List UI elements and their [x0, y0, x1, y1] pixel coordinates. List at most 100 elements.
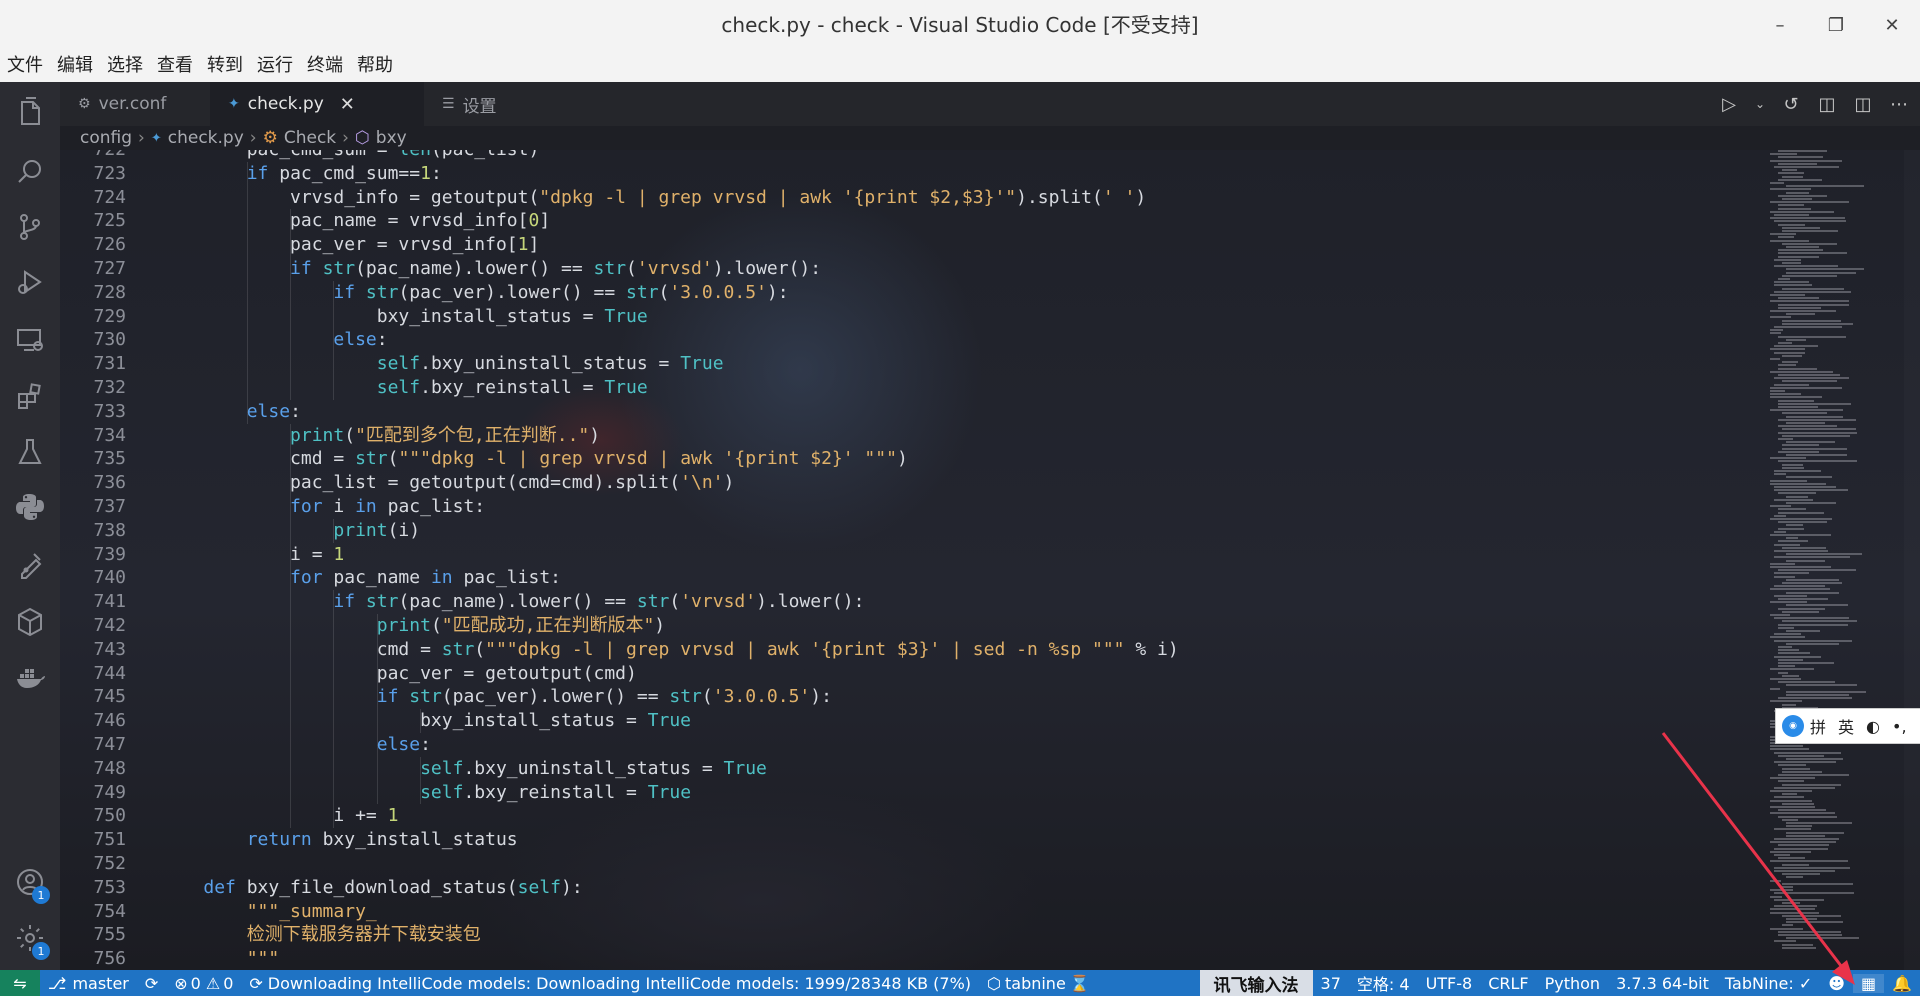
tab-check-py[interactable]: ✦ check.py ✕	[210, 82, 424, 126]
code-text[interactable]: self.bxy_reinstall = True	[160, 781, 691, 805]
download-progress[interactable]: ⟳ Downloading IntelliCode models: Downloa…	[241, 974, 979, 993]
code-line[interactable]: 722 pac_cmd_sum = len(pac_list)	[60, 150, 1760, 162]
code-text[interactable]: bxy_install_status = True	[160, 709, 691, 733]
problems-item[interactable]: ⊗ 0 ⚠ 0	[166, 974, 241, 993]
code-text[interactable]: return bxy_install_status	[160, 828, 518, 852]
timeline-icon[interactable]: ↺	[1780, 94, 1802, 115]
code-text[interactable]: cmd = str("""dpkg -l | grep vrvsd | awk …	[160, 638, 1179, 662]
notifications-icon[interactable]: 🔔	[1884, 974, 1920, 993]
code-line[interactable]: 750 i += 1	[60, 804, 1760, 828]
restore-icon[interactable]: ❐	[1808, 0, 1864, 50]
menu-go[interactable]: 转到	[200, 50, 250, 82]
code-text[interactable]: i = 1	[160, 543, 344, 567]
python-interpreter[interactable]: 3.7.3 64-bit	[1608, 974, 1717, 993]
code-line[interactable]: 725 pac_name = vrvsd_info[0]	[60, 209, 1760, 233]
ime-toolbar[interactable]: ◉ 拼 英 ◐ •,	[1775, 708, 1920, 744]
code-line[interactable]: 727 if str(pac_name).lower() == str('vrv…	[60, 257, 1760, 281]
menu-help[interactable]: 帮助	[350, 50, 400, 82]
code-text[interactable]: if pac_cmd_sum==1:	[160, 162, 442, 186]
breadcrumb-class[interactable]: ⚙ Check	[263, 128, 337, 148]
close-icon[interactable]: ✕	[340, 94, 355, 115]
code-text[interactable]: else:	[160, 328, 387, 352]
breadcrumb-folder[interactable]: config	[80, 128, 132, 148]
menu-selection[interactable]: 选择	[100, 50, 150, 82]
ime-mode[interactable]: 拼	[1810, 714, 1826, 738]
code-line[interactable]: 745 if str(pac_ver).lower() == str('3.0.…	[60, 685, 1760, 709]
code-text[interactable]: pac_cmd_sum = len(pac_list)	[160, 150, 540, 162]
code-line[interactable]: 741 if str(pac_name).lower() == str('vrv…	[60, 590, 1760, 614]
breadcrumb-file[interactable]: ✦ check.py	[151, 128, 244, 148]
live-share-icon[interactable]: ▦	[1852, 973, 1885, 993]
python-icon[interactable]	[0, 477, 60, 537]
tab-ver-conf[interactable]: ⚙ ver.conf	[60, 82, 210, 126]
code-text[interactable]: self.bxy_uninstall_status = True	[160, 757, 767, 781]
code-text[interactable]: self.bxy_reinstall = True	[160, 376, 648, 400]
more-actions-icon[interactable]: ⋯	[1888, 94, 1910, 115]
code-text[interactable]: pac_ver = vrvsd_info[1]	[160, 233, 539, 257]
code-text[interactable]: print("匹配成功,正在判断版本")	[160, 614, 665, 638]
code-line[interactable]: 734 print("匹配到多个包,正在判断..")	[60, 424, 1760, 448]
remote-indicator-icon[interactable]: ⇋	[0, 970, 40, 996]
indentation[interactable]: 空格: 4	[1349, 971, 1418, 995]
code-line[interactable]: 748 self.bxy_uninstall_status = True	[60, 757, 1760, 781]
code-line[interactable]: 756 """	[60, 947, 1760, 970]
code-line[interactable]: 733 else:	[60, 400, 1760, 424]
code-text[interactable]: pac_ver = getoutput(cmd)	[160, 662, 637, 686]
branch-item[interactable]: ⎇ master	[40, 974, 137, 993]
code-text[interactable]: if str(pac_name).lower() == str('vrvsd')…	[160, 590, 864, 614]
testing-icon[interactable]	[0, 422, 60, 482]
package-icon[interactable]	[0, 592, 60, 652]
code-text[interactable]: else:	[160, 400, 301, 424]
code-line[interactable]: 736 pac_list = getoutput(cmd=cmd).split(…	[60, 471, 1760, 495]
feedback-icon[interactable]: ☻	[1820, 974, 1853, 993]
extensions-icon[interactable]	[0, 367, 60, 427]
vertical-scrollbar[interactable]	[1904, 150, 1920, 970]
code-line[interactable]: 746 bxy_install_status = True	[60, 709, 1760, 733]
cursor-position[interactable]: 37	[1313, 974, 1349, 993]
code-line[interactable]: 730 else:	[60, 328, 1760, 352]
menu-run[interactable]: 运行	[250, 50, 300, 82]
code-line[interactable]: 729 bxy_install_status = True	[60, 305, 1760, 329]
code-line[interactable]: 737 for i in pac_list:	[60, 495, 1760, 519]
code-text[interactable]: print("匹配到多个包,正在判断..")	[160, 424, 600, 448]
settings-gear-icon[interactable]: 1	[0, 908, 60, 968]
source-control-icon[interactable]	[0, 197, 60, 257]
code-lines[interactable]: 722 pac_cmd_sum = len(pac_list)723 if pa…	[60, 150, 1760, 970]
code-line[interactable]: 735 cmd = str("""dpkg -l | grep vrvsd | …	[60, 447, 1760, 471]
code-line[interactable]: 747 else:	[60, 733, 1760, 757]
minimize-icon[interactable]: –	[1752, 0, 1808, 50]
code-text[interactable]: """_summary_	[160, 900, 377, 924]
ime-punct[interactable]: •,	[1892, 717, 1907, 736]
code-text[interactable]: self.bxy_uninstall_status = True	[160, 352, 724, 376]
code-line[interactable]: 726 pac_ver = vrvsd_info[1]	[60, 233, 1760, 257]
close-icon[interactable]: ✕	[1864, 0, 1920, 50]
line-ending[interactable]: CRLF	[1480, 974, 1536, 993]
code-text[interactable]: if str(pac_ver).lower() == str('3.0.0.5'…	[160, 281, 788, 305]
code-line[interactable]: 723 if pac_cmd_sum==1:	[60, 162, 1760, 186]
code-text[interactable]: if str(pac_ver).lower() == str('3.0.0.5'…	[160, 685, 832, 709]
code-line[interactable]: 755 检测下载服务器并下载安装包	[60, 923, 1760, 947]
code-line[interactable]: 728 if str(pac_ver).lower() == str('3.0.…	[60, 281, 1760, 305]
menu-view[interactable]: 查看	[150, 50, 200, 82]
code-text[interactable]: def bxy_file_download_status(self):	[160, 876, 582, 900]
ime-lang[interactable]: 英	[1838, 714, 1854, 738]
code-text[interactable]: for i in pac_list:	[160, 495, 485, 519]
code-text[interactable]: 检测下载服务器并下载安装包	[160, 923, 481, 947]
code-text[interactable]: cmd = str("""dpkg -l | grep vrvsd | awk …	[160, 447, 908, 471]
sample-icon[interactable]	[0, 534, 60, 594]
code-line[interactable]: 754 """_summary_	[60, 900, 1760, 924]
code-editor[interactable]: 722 pac_cmd_sum = len(pac_list)723 if pa…	[60, 150, 1920, 970]
code-line[interactable]: 749 self.bxy_reinstall = True	[60, 781, 1760, 805]
code-text[interactable]: vrvsd_info = getoutput("dpkg -l | grep v…	[160, 186, 1146, 210]
run-debug-icon[interactable]	[0, 252, 60, 312]
run-icon[interactable]: ▷	[1718, 94, 1740, 115]
code-line[interactable]: 752	[60, 852, 1760, 876]
code-text[interactable]: """	[160, 947, 280, 970]
code-line[interactable]: 739 i = 1	[60, 543, 1760, 567]
accounts-icon[interactable]: 1	[0, 852, 60, 912]
menu-edit[interactable]: 编辑	[50, 50, 100, 82]
tabnine-status[interactable]: TabNine: ✓	[1717, 974, 1820, 993]
sync-icon[interactable]: ⟳	[137, 974, 166, 993]
ime-moon-icon[interactable]: ◐	[1866, 717, 1880, 736]
code-line[interactable]: 732 self.bxy_reinstall = True	[60, 376, 1760, 400]
